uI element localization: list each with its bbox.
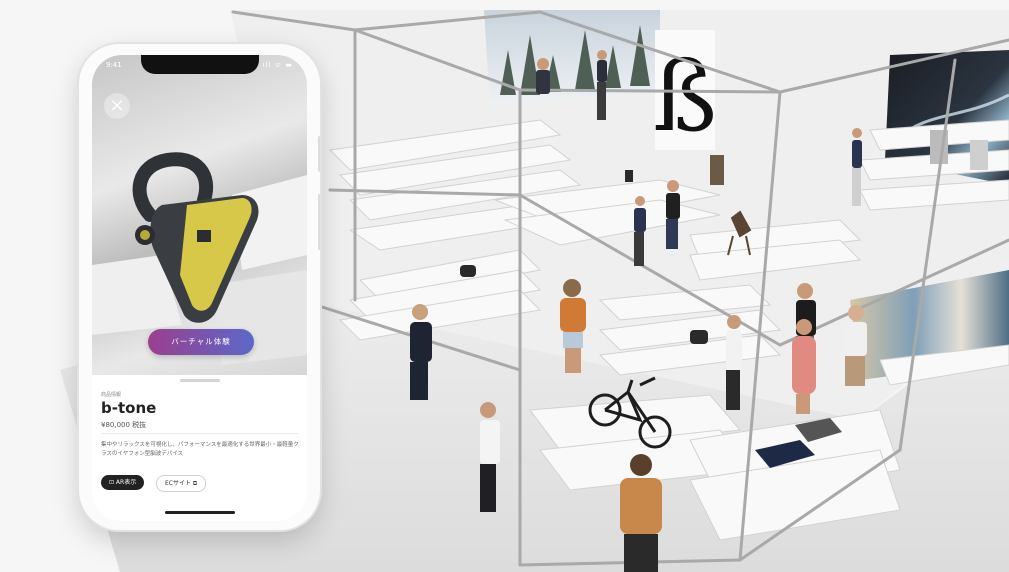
ar-view-button[interactable]: ⊡ AR表示 [101,475,145,490]
product-price: ¥80,000 税抜 [101,421,147,429]
product-info-sheet: 商品情報 b-tone ¥80,000 税抜 集中やリラックスを可視化し、パフォ… [92,375,307,521]
status-icons: ıll ᯤ ▬ [262,61,293,69]
brand-logo: ß [653,41,717,153]
product-category: 商品情報 [101,392,122,398]
product-description: 集中やリラックスを可視化し、パフォーマンスを最適化する世界最小・最軽量クラスのイ… [101,442,299,457]
phone-screen: 9:41 ıll ᯤ ▬ × バーチャル体験 商品情報 b-tone ¥80,0… [92,55,307,521]
status-time: 9:41 [106,61,122,69]
phone-side-button [318,136,320,172]
phone-notch [140,55,259,74]
product-hero-image: × バーチャル体験 [92,55,307,375]
sheet-grabber[interactable] [180,379,220,382]
divider [101,433,298,434]
ec-site-button[interactable]: ECサイト ⧉ [156,475,207,492]
phone-side-button [318,194,320,250]
phone-mockup: 9:41 ıll ᯤ ▬ × バーチャル体験 商品情報 b-tone ¥80,0… [79,44,320,530]
close-icon[interactable]: × [104,93,130,119]
home-indicator [165,511,235,514]
product-name: b-tone [101,399,157,417]
virtual-experience-button[interactable]: バーチャル体験 [148,329,254,355]
